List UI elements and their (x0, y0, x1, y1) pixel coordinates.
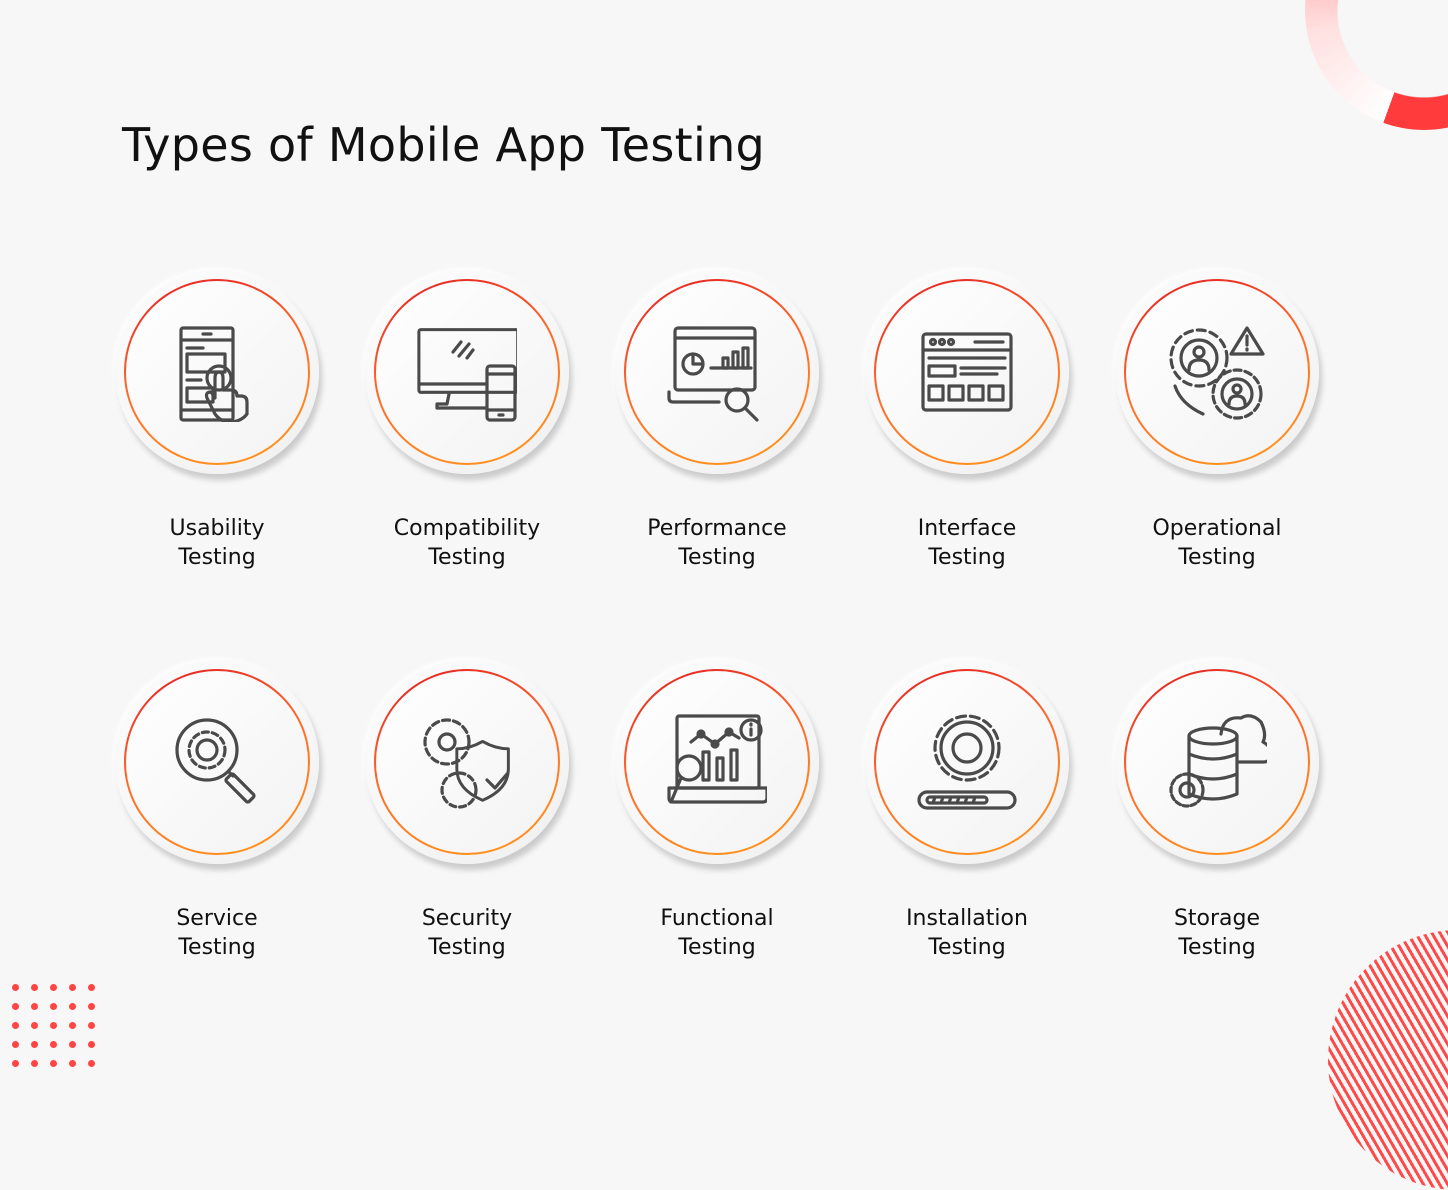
icon-badge (115, 660, 319, 864)
decorative-dot-grid (12, 984, 107, 1079)
item-label-line1: Operational (1152, 516, 1282, 541)
decorative-striped-circle (1328, 930, 1448, 1190)
testing-type-service: Service Testing (92, 660, 342, 962)
chart-magnifier-icon (667, 714, 767, 804)
item-label-line1: Installation (906, 906, 1028, 931)
gear-magnifier-icon (175, 718, 256, 804)
item-label-line2: Testing (678, 935, 756, 960)
testing-type-compatibility: Compatibility Testing (342, 270, 592, 572)
item-label-line1: Interface (917, 516, 1017, 541)
monitor-phone-icon (417, 328, 517, 422)
item-label-line1: Service (176, 906, 258, 931)
icon-badge (365, 660, 569, 864)
icon-badge (615, 270, 819, 474)
testing-type-security: Security Testing (342, 660, 592, 962)
icon-badge (615, 660, 819, 864)
decorative-ring (1305, 0, 1448, 130)
icon-badge (1115, 270, 1319, 474)
icon-badge (865, 660, 1069, 864)
item-label-line1: Usability (169, 516, 265, 541)
touch-phone-icon (179, 326, 249, 422)
item-label-line2: Testing (928, 935, 1006, 960)
item-label-line1: Functional (660, 906, 774, 931)
item-label-line2: Testing (428, 545, 506, 570)
item-label-line1: Storage (1173, 906, 1261, 931)
database-cloud-icon (1169, 714, 1267, 808)
item-label-line1: Security (421, 906, 513, 931)
testing-type-installation: Installation Testing (842, 660, 1092, 962)
gears-shield-icon (423, 718, 510, 809)
page-title: Types of Mobile App Testing (122, 118, 766, 172)
icon-badge (115, 270, 319, 474)
item-label-line2: Testing (178, 935, 256, 960)
icon-badge (365, 270, 569, 474)
testing-type-usability: Usability Testing (92, 270, 342, 572)
item-label-line2: Testing (178, 545, 256, 570)
testing-type-interface: Interface Testing (842, 270, 1092, 572)
item-label-line1: Performance (647, 516, 787, 541)
item-label-line2: Testing (428, 935, 506, 960)
icon-badge (1115, 660, 1319, 864)
item-label-line2: Testing (678, 545, 756, 570)
icon-badge (865, 270, 1069, 474)
analytics-laptop-icon (667, 326, 759, 422)
item-label-line1: Compatibility (393, 516, 541, 541)
gear-progress-icon (917, 714, 1017, 810)
item-label-line2: Testing (1178, 935, 1256, 960)
testing-type-performance: Performance Testing (592, 270, 842, 572)
browser-window-icon (921, 332, 1013, 412)
item-label-line2: Testing (928, 545, 1006, 570)
testing-type-functional: Functional Testing (592, 660, 842, 962)
testing-type-operational: Operational Testing (1092, 270, 1342, 572)
testing-type-storage: Storage Testing (1092, 660, 1342, 962)
user-gears-warning-icon (1169, 326, 1265, 420)
item-label-line2: Testing (1178, 545, 1256, 570)
